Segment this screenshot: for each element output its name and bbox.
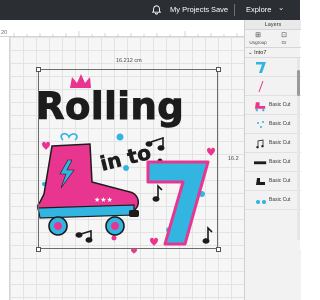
layer-item[interactable]: Basic Cut — [245, 134, 301, 153]
layer-item[interactable]: Basic Cut — [245, 172, 301, 191]
ruler-top: 40 60 — [0, 20, 244, 46]
chevron-down-icon[interactable]: ⌄ — [278, 0, 284, 18]
layers-toolbar: ⊞ Ungroup ⊡ Gr — [245, 30, 301, 48]
layer-label: Basic Cut — [269, 140, 291, 146]
layer-item[interactable]: Basic Cut — [245, 115, 301, 134]
explore-menu[interactable]: Explore — [246, 0, 271, 20]
layers-panel: Layers ⊞ Ungroup ⊡ Gr ⌄ Into7 Basic Cut — [244, 20, 301, 300]
layer-thumbnail — [254, 61, 267, 74]
layer-label: Basic Cut — [269, 159, 291, 165]
ruler-tick-label: 20 — [1, 30, 8, 36]
ruler-left: 20 — [0, 30, 10, 300]
layer-item[interactable]: Basic Cut — [245, 153, 301, 172]
layer-label: Basic Cut — [269, 197, 291, 203]
layer-thumbnail — [254, 137, 267, 150]
height-dimension-label: 16.2 — [228, 156, 239, 162]
ungroup-button[interactable]: ⊞ Ungroup — [247, 32, 269, 45]
top-bar: My Projects Save Explore ⌄ — [0, 0, 300, 20]
group-button[interactable]: ⊡ Gr — [273, 32, 295, 45]
save-button[interactable]: Save — [211, 0, 228, 20]
layer-label: Basic Cut — [269, 178, 291, 184]
layer-thumbnail — [254, 175, 267, 188]
layer-thumbnail — [254, 156, 267, 169]
layer-item[interactable]: Basic Cut — [245, 96, 301, 115]
layer-group-name: Into7 — [254, 50, 267, 56]
layer-label: Basic Cut — [269, 102, 291, 108]
layer-item[interactable] — [245, 77, 301, 96]
layer-thumbnail — [254, 80, 267, 93]
selection-frame[interactable] — [38, 69, 218, 249]
layer-item[interactable] — [245, 58, 301, 77]
chevron-down-icon[interactable]: ⌄ — [248, 50, 253, 56]
resize-handle[interactable] — [36, 67, 41, 72]
resize-handle[interactable] — [216, 247, 221, 252]
notification-bell-icon[interactable] — [151, 4, 162, 16]
ungroup-label: Ungroup — [249, 40, 267, 45]
layer-label: Basic Cut — [269, 121, 291, 127]
layers-scrollbar-thumb[interactable] — [297, 70, 300, 96]
layers-panel-title: Layers — [245, 20, 301, 30]
resize-handle[interactable] — [216, 67, 221, 72]
topbar-divider — [234, 4, 235, 16]
layer-thumbnail — [254, 99, 267, 112]
layer-group-row[interactable]: ⌄ Into7 — [245, 48, 301, 58]
ungroup-icon: ⊞ — [255, 32, 261, 39]
my-projects-link[interactable]: My Projects — [170, 0, 209, 20]
layers-bottom-area — [245, 250, 301, 300]
resize-handle[interactable] — [36, 247, 41, 252]
layer-item[interactable]: Basic Cut — [245, 191, 301, 210]
layer-thumbnail — [254, 194, 267, 207]
layer-thumbnail — [254, 118, 267, 131]
group-icon: ⊡ — [281, 32, 287, 39]
group-label: Gr — [281, 40, 287, 45]
